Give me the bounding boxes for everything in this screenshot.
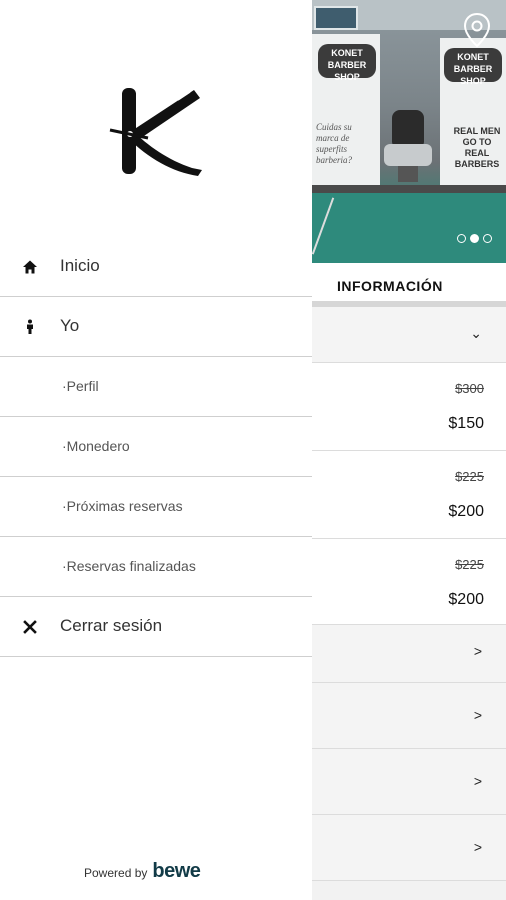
barber-chair bbox=[384, 110, 432, 182]
info-expand-row[interactable]: ⌄ bbox=[312, 307, 506, 363]
bewe-logo: bewe bbox=[152, 860, 201, 882]
chevron-right-icon: > bbox=[473, 773, 482, 789]
info-tab-header[interactable]: INFORMACIÓN bbox=[312, 263, 506, 303]
menu-item-label: ·Monedero bbox=[62, 438, 130, 454]
navigation-drawer: Inicio Yo ·Perfil ·Monedero ·Próximas re… bbox=[0, 0, 312, 900]
window bbox=[314, 6, 358, 30]
carousel-dots[interactable] bbox=[457, 234, 492, 243]
menu-item-yo[interactable]: Yo bbox=[0, 297, 312, 357]
carousel-dot[interactable] bbox=[483, 234, 492, 243]
shop-name-line2: BARBER SHOP bbox=[327, 60, 367, 82]
service-old-price: $300 bbox=[455, 381, 484, 396]
more-row[interactable]: > bbox=[312, 749, 506, 815]
chevron-right-icon: > bbox=[473, 707, 482, 723]
service-new-price: $200 bbox=[448, 591, 484, 608]
menu-item-proximas-reservas[interactable]: ·Próximas reservas bbox=[0, 477, 312, 537]
carousel-dot-active[interactable] bbox=[470, 234, 479, 243]
person-icon bbox=[27, 319, 33, 334]
shop-name-line1: KONET bbox=[331, 48, 363, 58]
menu-item-label: Cerrar sesión bbox=[60, 616, 163, 635]
service-old-price: $225 bbox=[455, 557, 484, 572]
menu-item-reservas-finalizadas[interactable]: ·Reservas finalizadas bbox=[0, 537, 312, 597]
menu-item-label: Inicio bbox=[60, 256, 100, 275]
shop-badge-left: KONET BARBER SHOP bbox=[318, 44, 376, 82]
location-pin-icon[interactable] bbox=[462, 12, 492, 48]
service-row[interactable]: $225 $200 bbox=[312, 451, 506, 539]
service-new-price: $150 bbox=[448, 415, 484, 432]
powered-by-text: Powered by bbox=[84, 866, 148, 880]
shop-name-line1: KONET bbox=[457, 52, 489, 62]
chevron-right-icon: > bbox=[473, 643, 482, 659]
menu-item-monedero[interactable]: ·Monedero bbox=[0, 417, 312, 477]
menu-item-label: ·Próximas reservas bbox=[62, 498, 183, 514]
more-row[interactable]: > bbox=[312, 683, 506, 749]
menu-item-perfil[interactable]: ·Perfil bbox=[0, 357, 312, 417]
more-row[interactable]: > bbox=[312, 815, 506, 881]
shop-badge-right: KONET BARBER SHOP bbox=[444, 48, 502, 86]
pool-table bbox=[312, 185, 506, 263]
banner-left-text: Cuidas su marca de superfits barberia? bbox=[316, 122, 352, 165]
home-icon bbox=[23, 260, 37, 274]
info-tab-title: INFORMACIÓN bbox=[337, 278, 443, 294]
carousel-dot[interactable] bbox=[457, 234, 466, 243]
shop-photo-carousel[interactable]: KONET BARBER SHOP KONET BARBER SHOP Cuid… bbox=[312, 0, 506, 263]
service-new-price: $200 bbox=[448, 503, 484, 520]
service-row[interactable]: $300 $150 bbox=[312, 363, 506, 451]
menu-item-label: ·Perfil bbox=[62, 378, 99, 394]
banner-right-text: REAL MEN GO TO REAL BARBERS bbox=[453, 126, 501, 169]
barber-k-logo bbox=[109, 88, 202, 176]
menu-item-inicio[interactable]: Inicio bbox=[0, 237, 312, 297]
menu-item-cerrar-sesion[interactable]: Cerrar sesión bbox=[0, 597, 312, 657]
menu-item-label: Yo bbox=[60, 316, 80, 335]
more-row[interactable]: > bbox=[312, 625, 506, 683]
close-icon bbox=[23, 620, 37, 634]
chevron-down-icon: ⌄ bbox=[470, 325, 482, 341]
shop-name-line2: BARBER SHOP bbox=[453, 64, 493, 86]
service-old-price: $225 bbox=[455, 469, 484, 484]
service-row[interactable]: $225 $200 bbox=[312, 539, 506, 625]
powered-by-footer[interactable]: Powered by bewe bbox=[84, 860, 201, 883]
menu-item-label: ·Reservas finalizadas bbox=[62, 558, 196, 574]
chevron-right-icon: > bbox=[473, 839, 482, 855]
